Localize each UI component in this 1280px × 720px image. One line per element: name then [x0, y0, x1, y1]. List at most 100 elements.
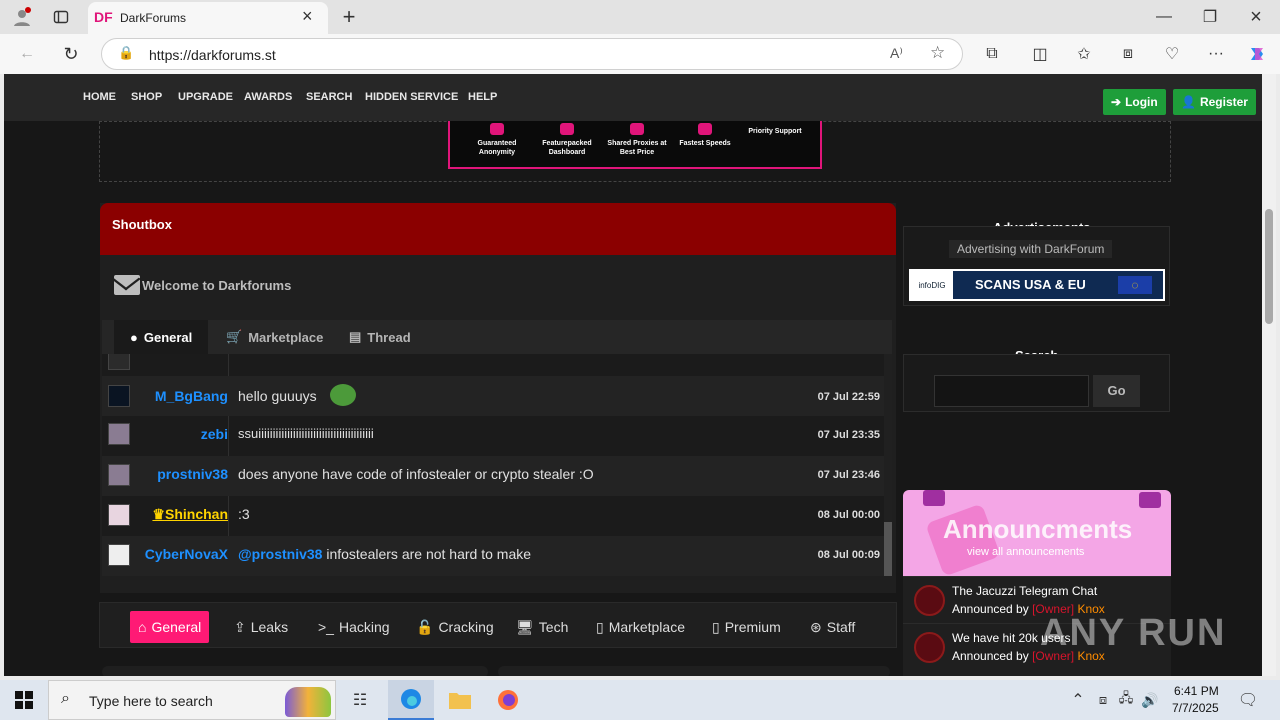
thread-icon: ▤	[349, 329, 362, 344]
go-button[interactable]: Go	[1093, 375, 1140, 407]
task-view-icon[interactable]: ☷	[346, 688, 374, 712]
network-icon[interactable]: 🖧	[1116, 688, 1136, 712]
more-menu-icon[interactable]: ···	[1204, 42, 1228, 66]
clock-time[interactable]: 6:41 PM	[1174, 684, 1219, 698]
tab-actions-icon[interactable]	[48, 5, 74, 29]
avatar[interactable]	[108, 544, 130, 566]
nav-hidden-service[interactable]: HIDDEN SERVICE	[365, 91, 458, 103]
collections-icon[interactable]: ⧈	[1116, 42, 1140, 66]
forum-tab-hacking[interactable]: >_ Hacking	[310, 611, 398, 643]
tray-device-icon[interactable]: ⧈	[1094, 688, 1112, 712]
tab-marketplace[interactable]: 🛒 Marketplace	[210, 320, 339, 354]
shout-row: M_BgBang hello guuuys 07 Jul 22:59	[102, 376, 884, 416]
feature-icon	[630, 123, 644, 135]
back-icon[interactable]: ←	[14, 42, 40, 66]
minimize-icon[interactable]: —	[1152, 4, 1176, 30]
avatar[interactable]	[108, 423, 130, 445]
view-all-announcements[interactable]: view all announcements	[967, 546, 1084, 558]
volume-icon[interactable]: 🔊	[1140, 688, 1160, 712]
shoutbox-header: Shoutbox	[100, 203, 896, 255]
announcements-banner[interactable]: Announcments view all announcements	[903, 490, 1171, 577]
avatar[interactable]	[914, 585, 945, 616]
browser-essentials-icon[interactable]: ♡	[1160, 42, 1184, 66]
extensions-icon[interactable]: ⧉	[980, 42, 1004, 66]
feature-icon	[698, 123, 712, 135]
avatar[interactable]	[108, 354, 130, 370]
feature-proxies: Shared Proxies at Best Price	[602, 123, 672, 157]
split-screen-icon[interactable]: ◫	[1028, 42, 1052, 66]
username[interactable]: prostniv38	[157, 466, 228, 482]
new-tab-icon[interactable]: +	[338, 4, 360, 30]
address-bar[interactable]: 🔒 https://darkforums.st A⁾ ☆	[101, 38, 963, 70]
forum-tab-cracking[interactable]: 🔓 Cracking	[408, 611, 502, 643]
scroll-thumb[interactable]	[884, 522, 892, 576]
favorites-icon[interactable]: ✩	[1072, 42, 1096, 66]
nav-help[interactable]: HELP	[468, 91, 497, 103]
firefox-icon[interactable]	[494, 688, 522, 712]
lock-icon: 🔒	[118, 45, 135, 60]
username-vip[interactable]: ♛Shinchan	[152, 506, 228, 523]
proxy-ad-banner[interactable]: Guaranteed Anonymity Featurepacked Dashb…	[448, 121, 822, 169]
mention-link[interactable]: @prostniv38	[238, 546, 322, 562]
unlock-icon: 🔓	[416, 618, 434, 635]
forum-tab-premium[interactable]: ▯ Premium	[704, 611, 789, 643]
copilot-icon[interactable]	[1245, 42, 1269, 66]
forum-tab-leaks[interactable]: ⇪ Leaks	[226, 611, 296, 643]
tray-chevron-icon[interactable]: ⌃	[1068, 688, 1088, 712]
forum-tab-staff[interactable]: ⊛ Staff	[802, 611, 863, 643]
forum-tab-general[interactable]: ⌂ General	[130, 611, 210, 643]
close-window-icon[interactable]: ×	[1244, 4, 1268, 30]
anyrun-watermark: ANY RUN	[1040, 612, 1227, 654]
nav-shop[interactable]: SHOP	[131, 91, 162, 103]
feature-icon	[560, 123, 574, 135]
close-tab-icon[interactable]: ×	[302, 6, 313, 27]
avatar[interactable]	[108, 504, 130, 526]
nav-search[interactable]: SEARCH	[306, 91, 352, 103]
notifications-icon[interactable]: 🗨	[1236, 688, 1260, 712]
announcement-title[interactable]: The Jacuzzi Telegram Chat	[952, 584, 1097, 598]
top-nav: HOME SHOP UPGRADE AWARDS SEARCH HIDDEN S…	[4, 74, 1266, 121]
chat-bubble-icon: ●	[130, 329, 138, 345]
file-explorer-icon[interactable]	[446, 688, 474, 712]
username[interactable]: zebi	[201, 426, 228, 442]
nav-home[interactable]: HOME	[83, 91, 116, 103]
refresh-icon[interactable]: ↻	[58, 42, 84, 66]
shout-row: CyberNovaX @prostniv38 infostealers are …	[102, 536, 884, 576]
login-button[interactable]: ➔ Login	[1103, 89, 1166, 115]
windows-start-icon[interactable]	[0, 680, 48, 720]
timestamp: 08 Jul 00:09	[817, 549, 880, 561]
shout-row: prostniv38 does anyone have code of info…	[102, 456, 884, 496]
advertise-link[interactable]: Advertising with DarkForum	[949, 240, 1113, 258]
page-scrollbar[interactable]	[1262, 74, 1276, 676]
forum-tab-marketplace[interactable]: ▯ Marketplace	[588, 611, 693, 643]
message-text: @prostniv38 infostealers are not hard to…	[238, 546, 532, 562]
avatar[interactable]	[108, 464, 130, 486]
shoutbox-scrollbar[interactable]	[884, 354, 892, 576]
eu-flag-icon: ◌	[1118, 276, 1152, 294]
infodig-ad-banner[interactable]: infoDIG SCANS USA & EU ◌	[909, 269, 1165, 301]
page-scroll-thumb[interactable]	[1265, 209, 1273, 324]
ads-box: Advertising with DarkForum infoDIG SCANS…	[903, 226, 1170, 306]
profile-icon[interactable]	[8, 4, 36, 30]
username[interactable]: M_BgBang	[155, 388, 228, 404]
read-aloud-icon[interactable]: A⁾	[890, 45, 903, 62]
forum-tab-tech[interactable]: 🖥 Tech	[508, 611, 576, 643]
restore-icon[interactable]: ❐	[1198, 4, 1222, 30]
search-box: Go	[903, 354, 1170, 412]
nav-awards[interactable]: AWARDS	[244, 91, 292, 103]
tab-thread[interactable]: ▤ Thread	[333, 320, 427, 354]
search-input[interactable]	[934, 375, 1089, 407]
nav-upgrade[interactable]: UPGRADE	[178, 91, 233, 103]
browser-tab[interactable]: DF DarkForums ×	[88, 2, 328, 34]
username[interactable]: CyberNovaX	[145, 546, 228, 562]
register-button[interactable]: 👤 Register	[1173, 89, 1256, 115]
favorite-star-icon[interactable]: ☆	[930, 43, 945, 63]
clock-date[interactable]: 7/7/2025	[1172, 701, 1219, 715]
tab-general[interactable]: ● General	[114, 320, 209, 354]
url-text: https://darkforums.st	[149, 47, 276, 63]
avatar[interactable]	[914, 632, 945, 663]
avatar[interactable]	[108, 385, 130, 407]
feature-icon	[490, 123, 504, 135]
taskbar-search[interactable]: ⌕ Type here to search	[48, 680, 336, 720]
edge-taskbar-icon[interactable]	[388, 680, 434, 720]
